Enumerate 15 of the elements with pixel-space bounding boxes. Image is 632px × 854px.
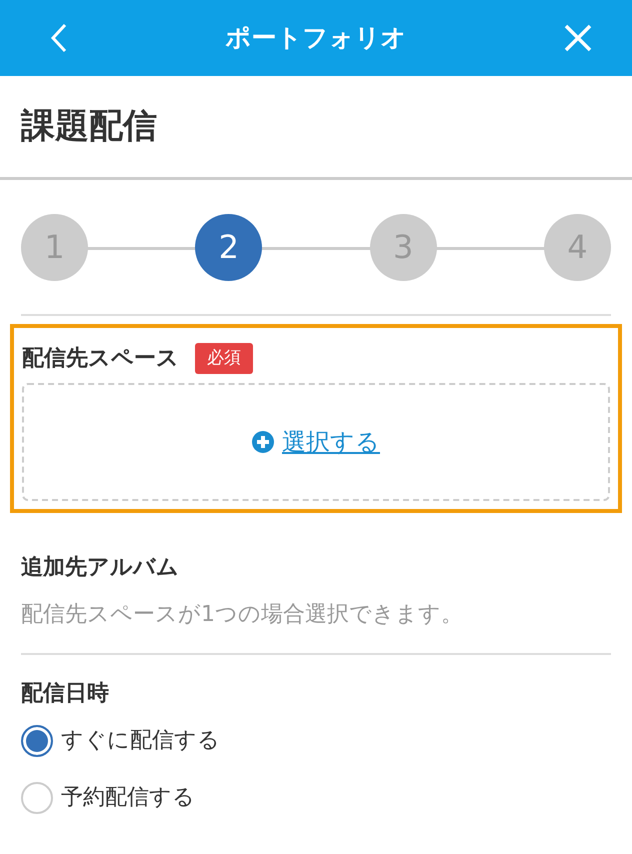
section-label: 配信日時	[21, 680, 109, 708]
radio-button[interactable]	[21, 724, 53, 756]
select-link[interactable]: 選択する	[282, 424, 380, 460]
section-label: 追加先アルバム	[21, 554, 179, 582]
plus-icon	[252, 431, 274, 453]
back-icon[interactable]	[50, 23, 68, 53]
header-title: ポートフォリオ	[226, 22, 406, 54]
page-title: 課題配信	[21, 105, 157, 148]
required-badge: 必須	[195, 342, 253, 374]
hint-text: 配信先スペースが1つの場合選択できます。	[21, 601, 464, 629]
step-circle: 2	[195, 214, 262, 280]
close-icon[interactable]	[564, 24, 592, 52]
radio-label: すぐに配信する	[61, 727, 220, 755]
radio-label: 予約配信する	[61, 784, 195, 812]
section-label: 配信先スペース	[22, 345, 179, 373]
